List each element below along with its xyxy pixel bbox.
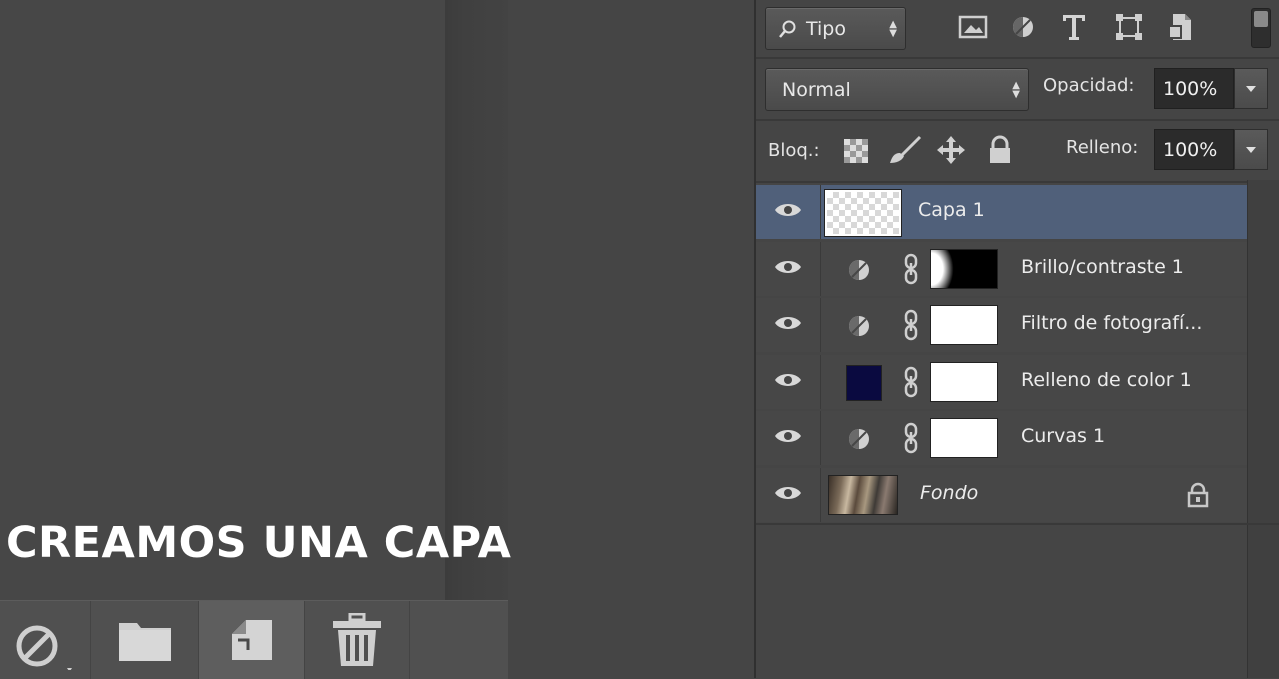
eye-column-divider — [820, 185, 821, 239]
shape-filter-icon[interactable] — [1113, 11, 1145, 43]
visibility-eye-icon[interactable] — [774, 371, 802, 389]
layers-bottom-toolbar — [0, 600, 508, 679]
filter-toggle-knob — [1254, 11, 1268, 27]
layer-name: Fondo — [920, 482, 979, 504]
fill-label: Relleno: — [1066, 137, 1139, 158]
blend-mode-dropdown[interactable]: Normal ▲ ▼ — [765, 68, 1029, 111]
opacity-input[interactable]: 100% — [1154, 68, 1234, 109]
layer-row-fondo[interactable]: Fondo — [756, 468, 1247, 522]
chevron-down-icon — [1246, 146, 1256, 153]
lock-label: Bloq.: — [768, 140, 820, 161]
smart-object-filter-icon[interactable] — [1164, 10, 1196, 44]
opacity-label: Opacidad: — [1043, 75, 1135, 96]
fill-dropdown-button[interactable] — [1234, 129, 1268, 170]
mask-link-icon[interactable] — [904, 366, 918, 398]
adjustment-icon — [849, 316, 869, 336]
filter-kind-dropdown[interactable]: Tipo ▲ ▼ — [765, 7, 906, 50]
new-group-button[interactable] — [90, 601, 199, 679]
new-group-folder-icon — [119, 623, 171, 661]
layer-row-relleno-color[interactable]: Relleno de color 1 — [756, 355, 1247, 409]
opacity-dropdown-button[interactable] — [1234, 68, 1268, 109]
caption-text: CREAMOS UNA CAPA — [6, 518, 512, 568]
new-layer-button[interactable] — [198, 601, 305, 679]
layer-row-brillo-contraste[interactable]: Brillo/contraste 1 — [756, 242, 1247, 296]
new-adjustment-layer-button[interactable] — [0, 601, 90, 679]
adjustment-icon — [849, 429, 869, 449]
workspace-background — [508, 0, 754, 678]
mask-link-icon[interactable] — [904, 253, 918, 285]
adjustment-icon — [849, 260, 869, 280]
visibility-eye-icon[interactable] — [774, 314, 802, 332]
divider — [756, 119, 1279, 121]
layer-name: Capa 1 — [918, 199, 985, 221]
layer-name: Relleno de color 1 — [1021, 369, 1192, 391]
layer-row-capa-1[interactable]: Capa 1 — [756, 185, 1247, 239]
mask-link-icon[interactable] — [904, 422, 918, 454]
layer-name: Brillo/contraste 1 — [1021, 256, 1184, 278]
visibility-eye-icon[interactable] — [774, 258, 802, 276]
lock-paint-icon[interactable] — [885, 133, 923, 167]
layer-mask-thumbnail[interactable] — [930, 249, 998, 289]
visibility-eye-icon[interactable] — [774, 201, 802, 219]
layer-row-filtro-fotografia[interactable]: Filtro de fotografí... — [756, 298, 1247, 352]
dropdown-arrows-icon: ▲ ▼ — [889, 18, 897, 39]
divider — [756, 57, 1279, 59]
layer-mask-thumbnail[interactable] — [930, 305, 998, 345]
layer-row-curvas[interactable]: Curvas 1 — [756, 411, 1247, 465]
visibility-eye-icon[interactable] — [774, 484, 802, 502]
divider — [756, 181, 1279, 183]
layer-mask-thumbnail[interactable] — [930, 362, 998, 402]
fill-input[interactable]: 100% — [1154, 129, 1234, 170]
search-icon — [779, 20, 796, 38]
fill-color-swatch[interactable] — [846, 365, 882, 401]
trash-icon — [333, 613, 381, 666]
eye-column-divider — [820, 355, 821, 409]
eye-column-divider — [820, 298, 821, 352]
blend-mode-value: Normal — [782, 78, 851, 101]
lock-all-icon[interactable] — [985, 134, 1015, 166]
panel-divider — [445, 0, 508, 600]
eye-column-divider — [820, 242, 821, 296]
image-filter-icon[interactable] — [957, 13, 989, 41]
layer-thumbnail-transparent[interactable] — [825, 190, 901, 236]
lock-icon — [1187, 482, 1209, 508]
filter-toggle-switch[interactable] — [1251, 8, 1271, 48]
layer-name: Curvas 1 — [1021, 425, 1106, 447]
type-filter-icon[interactable] — [1059, 11, 1089, 43]
canvas-area — [0, 0, 445, 600]
lock-position-icon[interactable] — [935, 133, 967, 167]
new-layer-icon — [232, 620, 272, 660]
lock-transparent-icon[interactable] — [842, 137, 870, 165]
layers-scrollbar[interactable] — [1247, 180, 1279, 678]
adjustment-layer-icon — [16, 625, 72, 670]
mask-link-icon[interactable] — [904, 309, 918, 341]
eye-column-divider — [820, 468, 821, 522]
dropdown-arrows-icon: ▲ ▼ — [1012, 79, 1020, 100]
delete-layer-button[interactable] — [304, 601, 410, 679]
eye-column-divider — [820, 411, 821, 465]
adjustment-filter-icon[interactable] — [1009, 13, 1037, 41]
layer-name: Filtro de fotografí... — [1021, 312, 1203, 334]
chevron-down-icon — [1246, 85, 1256, 92]
filter-kind-label: Tipo — [806, 17, 846, 40]
layer-thumbnail-photo[interactable] — [828, 475, 898, 515]
divider — [756, 523, 1279, 525]
visibility-eye-icon[interactable] — [774, 427, 802, 445]
layer-mask-thumbnail[interactable] — [930, 418, 998, 458]
